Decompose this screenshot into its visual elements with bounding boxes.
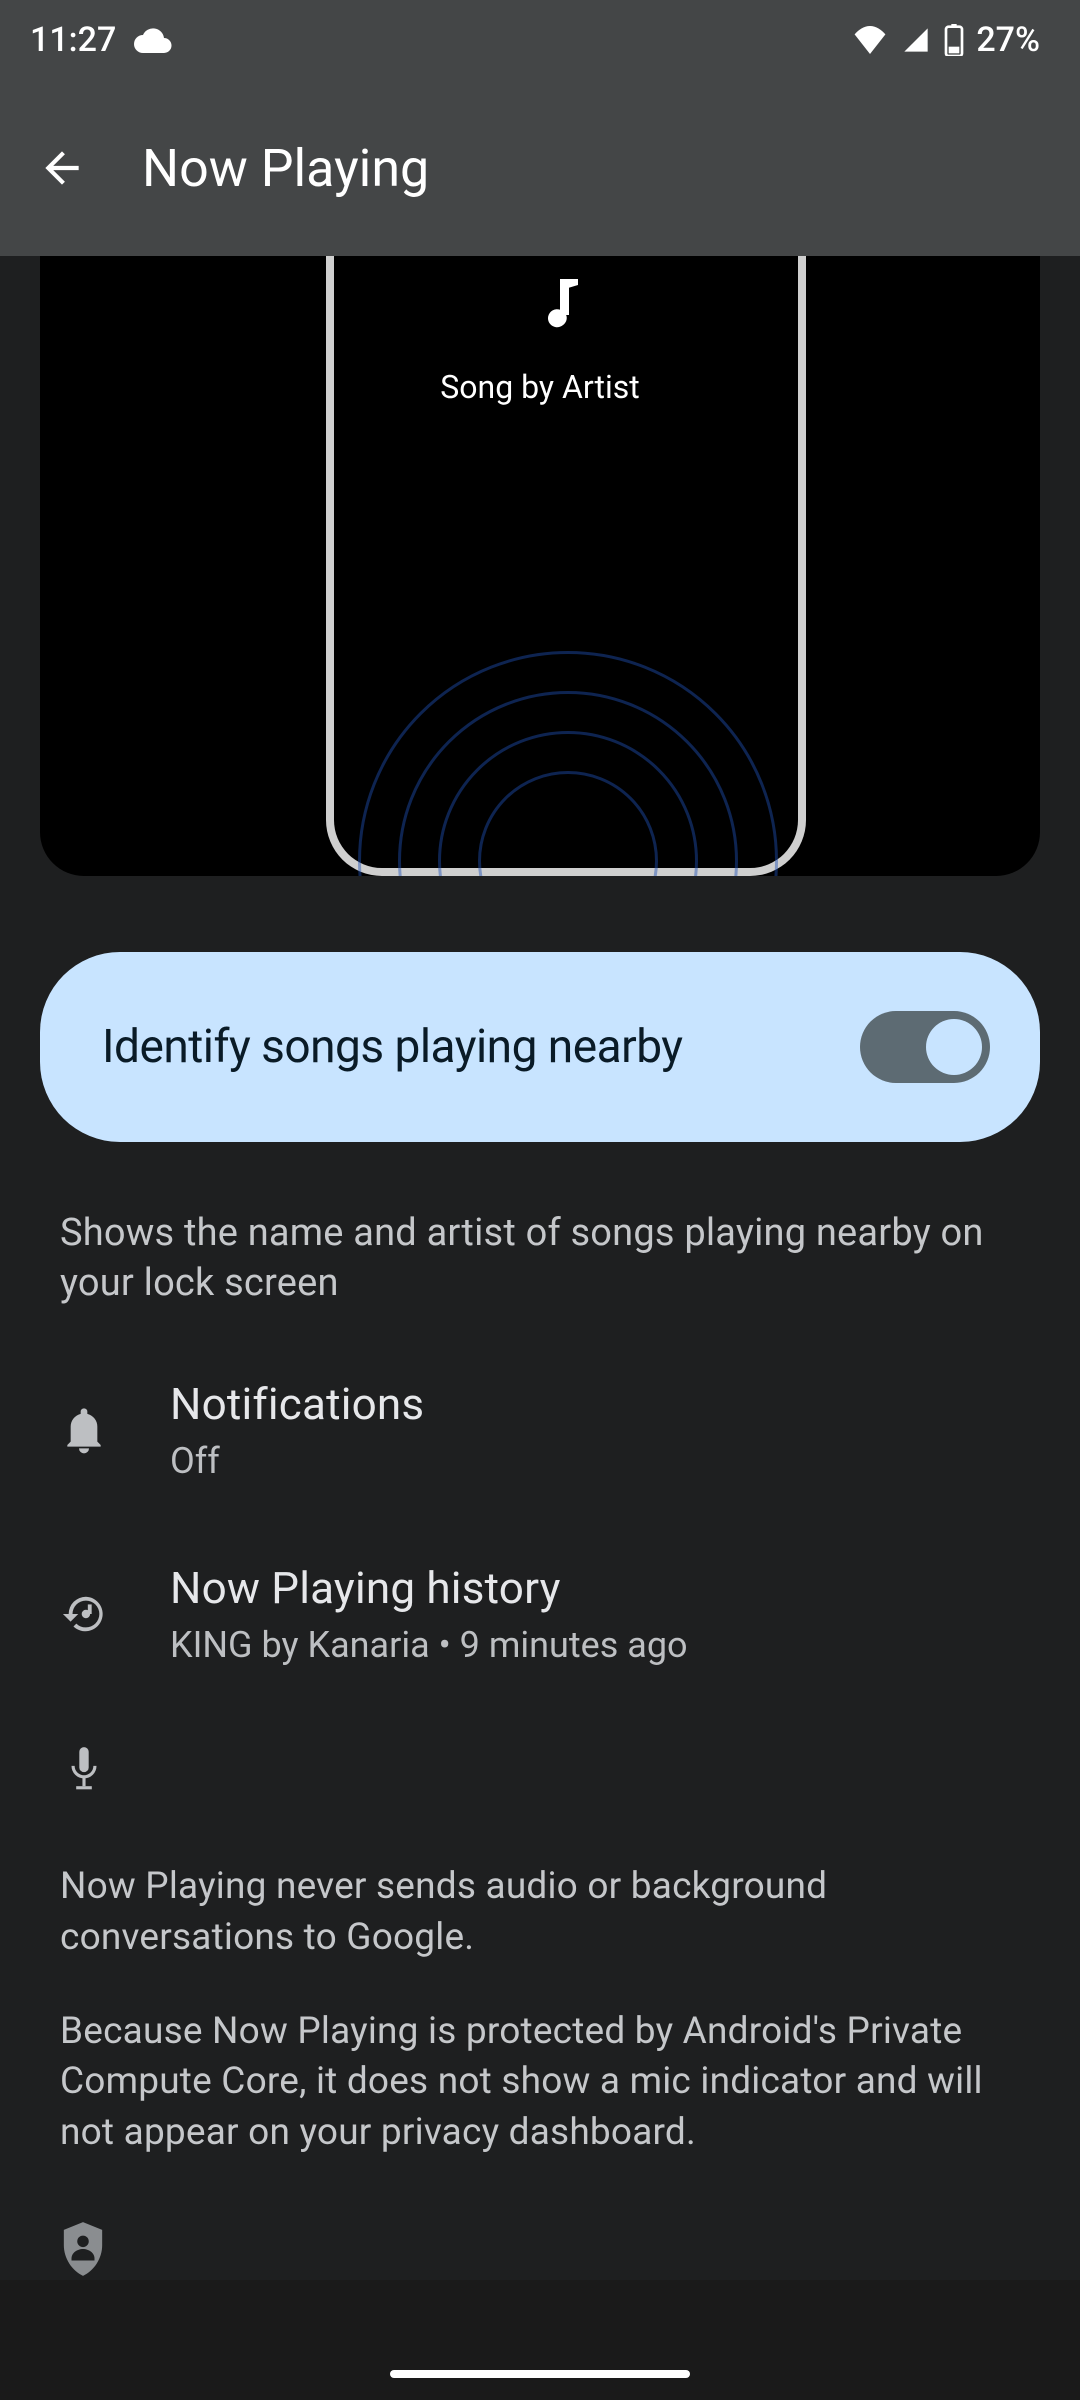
music-note-icon (545, 278, 581, 332)
battery-text: 27% (976, 20, 1040, 60)
signal-icon (900, 26, 932, 54)
app-bar: Now Playing (0, 80, 1080, 256)
content: Song by Artist Identify songs playing ne… (0, 256, 1080, 2280)
cloud-icon (134, 27, 172, 53)
status-time: 11:27 (30, 20, 116, 60)
shield-icon (60, 2261, 106, 2280)
bell-icon (60, 1406, 108, 1454)
battery-icon (944, 24, 964, 56)
privacy-p1: Now Playing never sends audio or backgro… (60, 1862, 1020, 1963)
identify-description: Shows the name and artist of songs playi… (60, 1208, 1020, 1308)
identify-toggle-row[interactable]: Identify songs playing nearby (40, 952, 1040, 1142)
history-title: Now Playing history (170, 1562, 688, 1614)
history-row[interactable]: Now Playing history KING by Kanaria • 9 … (0, 1562, 1080, 1666)
hero-illustration: Song by Artist (40, 256, 1040, 876)
notifications-sub: Off (170, 1440, 424, 1482)
shield-row (0, 2222, 1080, 2280)
hero-song-placeholder: Song by Artist (40, 368, 1040, 406)
identify-switch[interactable] (860, 1011, 990, 1083)
switch-thumb (926, 1019, 982, 1075)
notifications-row[interactable]: Notifications Off (0, 1378, 1080, 1482)
status-bar: 11:27 27% (0, 0, 1080, 80)
notifications-title: Notifications (170, 1378, 424, 1430)
history-sub: KING by Kanaria • 9 minutes ago (170, 1624, 688, 1666)
mic-row (0, 1744, 1080, 1794)
status-right: 27% (852, 20, 1040, 60)
nav-handle[interactable] (390, 2370, 690, 2378)
history-icon (60, 1591, 108, 1637)
privacy-text: Now Playing never sends audio or backgro… (60, 1862, 1020, 2158)
status-left: 11:27 (30, 20, 172, 60)
privacy-p2: Because Now Playing is protected by Andr… (60, 2007, 1020, 2158)
identify-label: Identify songs playing nearby (102, 1020, 683, 1074)
wifi-icon (852, 26, 888, 54)
back-button[interactable] (30, 136, 94, 200)
page-title: Now Playing (142, 138, 429, 199)
mic-icon (60, 1744, 108, 1794)
